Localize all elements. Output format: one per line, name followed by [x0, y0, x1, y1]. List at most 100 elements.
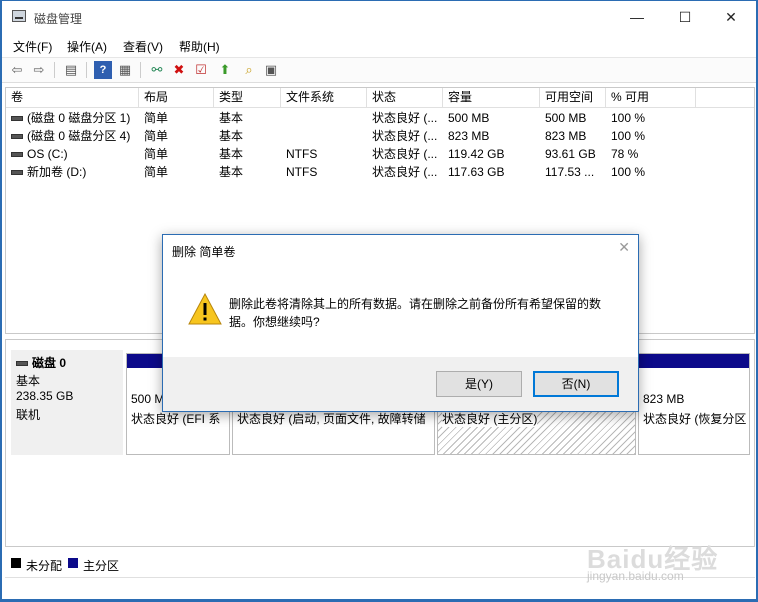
title-bar: 磁盘管理 — ☐ ✕: [2, 1, 756, 33]
partition-recovery[interactable]: 823 MB 状态良好 (恢复分区: [638, 353, 750, 455]
col-capacity[interactable]: 容量: [443, 88, 540, 107]
table-cell: 状态良好 (...: [367, 145, 443, 163]
table-cell: 状态良好 (...: [367, 127, 443, 145]
menu-bar: 文件(F) 操作(A) 查看(V) 帮助(H): [2, 34, 756, 56]
table-cell: 117.63 GB: [443, 163, 540, 181]
watermark-sub: jingyan.baidu.com: [587, 569, 684, 583]
table-cell: 简单: [139, 145, 214, 163]
table-cell: (磁盘 0 磁盘分区 4): [6, 127, 139, 145]
back-icon[interactable]: ⇦: [8, 61, 26, 79]
cell-text: 100 %: [611, 111, 646, 125]
table-row[interactable]: (磁盘 0 磁盘分区 1) 简单 基本 状态良好 (... 500 MB 500 MB 10…: [6, 109, 754, 127]
table-cell: NTFS: [281, 145, 367, 163]
partition-size: 823 MB: [643, 392, 685, 406]
table-cell: 基本: [214, 163, 281, 181]
col-status[interactable]: 状态: [367, 88, 443, 107]
delete-volume-dialog: 删除 简单卷 ✕ 删除此卷将清除其上的所有数据。请在删除之前备份所有希望保留的数…: [162, 234, 639, 412]
cell-text: 823 MB: [545, 129, 587, 143]
no-button[interactable]: 否(N): [533, 371, 619, 397]
table-cell: 78 %: [606, 145, 696, 163]
volume-icon: [11, 134, 23, 140]
table-cell: 119.42 GB: [443, 145, 540, 163]
search-icon[interactable]: ⌕: [240, 61, 258, 79]
volume-icon: [11, 170, 23, 176]
table-cell: 500 MB: [540, 109, 606, 127]
cell-text: 新加卷 (D:): [27, 165, 87, 179]
table-cell: 简单: [139, 163, 214, 181]
cell-text: NTFS: [286, 165, 318, 179]
table-cell: 新加卷 (D:): [6, 163, 139, 181]
toolbar-divider: [54, 62, 55, 78]
partition-status: 状态良好 (恢复分区: [643, 412, 747, 426]
list-icon[interactable]: ▣: [262, 61, 280, 79]
menu-action[interactable]: 操作(A): [67, 38, 107, 55]
table-row[interactable]: (磁盘 0 磁盘分区 4) 简单 基本 状态良好 (... 823 MB 823 MB 10…: [6, 127, 754, 145]
table-cell: 93.61 GB: [540, 145, 606, 163]
dialog-footer: 是(Y) 否(N): [163, 357, 638, 411]
cell-text: 状态良好 (...: [372, 129, 438, 143]
connect-icon[interactable]: ⚯: [148, 61, 166, 79]
cell-text: 823 MB: [448, 129, 490, 143]
yes-button[interactable]: 是(Y): [436, 371, 522, 397]
import-icon[interactable]: ⬆: [216, 61, 234, 79]
cell-text: NTFS: [286, 147, 318, 161]
table-cell: 简单: [139, 109, 214, 127]
cell-text: OS (C:): [27, 147, 68, 161]
table-cell: NTFS: [281, 163, 367, 181]
table-row[interactable]: OS (C:) 简单 基本 NTFS 状态良好 (... 119.42 GB 93.61 G…: [6, 145, 754, 163]
table-cell: [281, 127, 367, 145]
dialog-close-button[interactable]: ✕: [618, 239, 630, 256]
table-cell: (磁盘 0 磁盘分区 1): [6, 109, 139, 127]
cell-text: 简单: [144, 165, 169, 179]
legend-unallocated-swatch: [11, 558, 21, 568]
baidu-watermark: Baidu经验 jingyan.baidu.com: [587, 539, 727, 589]
disk-status: 联机: [16, 408, 41, 422]
menu-view[interactable]: 查看(V): [123, 38, 163, 55]
table-cell: 500 MB: [443, 109, 540, 127]
cell-text: 简单: [144, 129, 169, 143]
toolbar-divider: [86, 62, 87, 78]
disk-info-panel[interactable]: 磁盘 0 基本 238.35 GB 联机: [11, 350, 123, 455]
toolbar-divider: [140, 62, 141, 78]
col-type[interactable]: 类型: [214, 88, 281, 107]
table-cell: 823 MB: [540, 127, 606, 145]
delete-icon[interactable]: ✖: [170, 61, 188, 79]
cell-text: 117.53 ...: [545, 165, 595, 179]
cell-text: 500 MB: [545, 111, 587, 125]
legend-primary-swatch: [68, 558, 78, 568]
table-cell: 基本: [214, 109, 281, 127]
forward-icon[interactable]: ⇨: [30, 61, 48, 79]
toolbar: ⇦ ⇨ ▤ ? ▦ ⚯ ✖ ☑ ⬆ ⌕ ▣: [2, 57, 756, 83]
col-volume[interactable]: 卷: [6, 88, 139, 107]
console-icon[interactable]: ▦: [116, 61, 134, 79]
col-free-space[interactable]: 可用空间: [540, 88, 606, 107]
menu-help[interactable]: 帮助(H): [179, 38, 220, 55]
col-layout[interactable]: 布局: [139, 88, 214, 107]
window-title: 磁盘管理: [34, 12, 83, 26]
cell-text: (磁盘 0 磁盘分区 4): [27, 129, 131, 143]
maximize-button[interactable]: ☐: [662, 1, 708, 33]
table-row[interactable]: 新加卷 (D:) 简单 基本 NTFS 状态良好 (... 117.63 GB 117.53…: [6, 163, 754, 181]
minimize-button[interactable]: —: [614, 1, 660, 33]
cell-text: (磁盘 0 磁盘分区 1): [27, 111, 131, 125]
cell-text: 状态良好 (...: [372, 111, 438, 125]
help-icon[interactable]: ?: [94, 61, 112, 79]
properties-icon[interactable]: ▤: [62, 61, 80, 79]
cell-text: 500 MB: [448, 111, 490, 125]
check-icon[interactable]: ☑: [192, 61, 210, 79]
cell-text: 基本: [219, 129, 244, 143]
table-cell: OS (C:): [6, 145, 139, 163]
cell-text: 简单: [144, 111, 169, 125]
table-cell: 简单: [139, 127, 214, 145]
cell-text: 117.63 GB: [448, 165, 505, 179]
partition-size: 500 M: [131, 392, 165, 406]
col-percent-free[interactable]: % 可用: [606, 88, 696, 107]
cell-text: 状态良好 (...: [372, 165, 438, 179]
table-cell: 823 MB: [443, 127, 540, 145]
cell-text: 93.61 GB: [545, 147, 596, 161]
menu-file[interactable]: 文件(F): [13, 38, 52, 55]
disk-type: 基本: [16, 374, 41, 388]
close-button[interactable]: ✕: [708, 1, 754, 33]
table-cell: 状态良好 (...: [367, 109, 443, 127]
col-filesystem[interactable]: 文件系统: [281, 88, 367, 107]
